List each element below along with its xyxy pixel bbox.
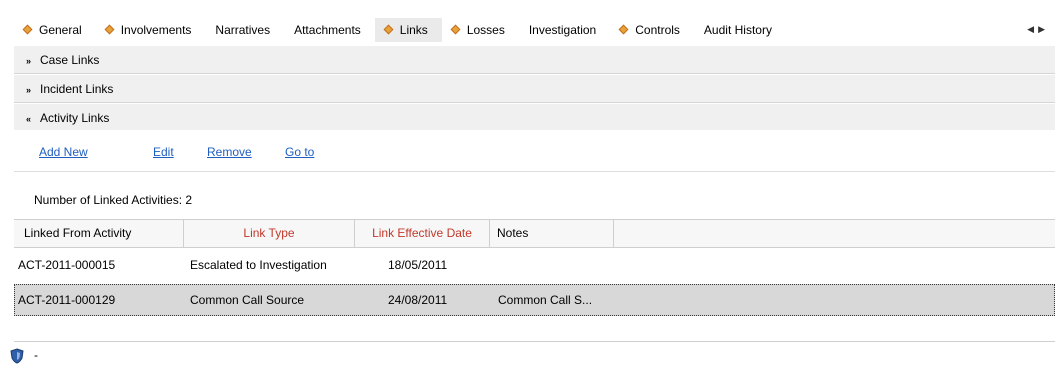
expand-chevron-icon: » <box>26 56 32 66</box>
tab-label: Involvements <box>120 23 192 37</box>
tab-links[interactable]: Links <box>374 18 442 42</box>
tab-narratives[interactable]: Narratives <box>205 18 284 42</box>
tab-general[interactable]: General <box>14 18 96 42</box>
flag-diamond-icon <box>22 24 33 35</box>
tab-label: Narratives <box>215 23 271 37</box>
flag-diamond-icon <box>618 24 629 35</box>
tab-label: Attachments <box>294 23 361 37</box>
remove-link[interactable]: Remove <box>207 145 252 159</box>
section-title: Case Links <box>40 53 100 67</box>
tab-attachments[interactable]: Attachments <box>284 18 375 42</box>
tab-label: Controls <box>635 23 680 37</box>
tab-label: General <box>39 23 82 37</box>
tab-involvements[interactable]: Involvements <box>96 18 206 42</box>
column-header-notes[interactable]: Notes <box>490 220 614 247</box>
edit-link[interactable]: Edit <box>153 145 174 159</box>
notes-cell: Common Call S... <box>498 293 593 307</box>
add-new-link[interactable]: Add New <box>39 145 88 159</box>
section-incident-links[interactable]: » Incident Links <box>14 75 1055 103</box>
date-cell: 24/08/2011 <box>388 293 448 307</box>
flag-diamond-icon <box>450 24 461 35</box>
column-header-linked-from[interactable]: Linked From Activity <box>14 220 184 247</box>
tab-list: General Involvements Narratives Attachme… <box>14 18 786 42</box>
grid-header: Linked From Activity Link Type Link Effe… <box>14 220 1055 248</box>
shield-icon <box>10 348 24 364</box>
activity-links-panel: Add New Edit Remove Go to Number of Link… <box>14 130 1055 373</box>
table-row-selected[interactable]: ACT-2011-000129 Common Call Source 24/08… <box>14 284 1055 316</box>
linked-activities-count: Number of Linked Activities: 2 <box>34 193 193 207</box>
section-activity-links[interactable]: « Activity Links <box>14 104 1055 132</box>
column-header-link-type[interactable]: Link Type <box>184 220 355 247</box>
table-row[interactable]: ACT-2011-000015 Escalated to Investigati… <box>14 249 1055 281</box>
date-cell: 18/05/2011 <box>388 258 448 272</box>
action-bar: Add New Edit Remove Go to <box>14 130 1055 172</box>
tab-audit-history[interactable]: Audit History <box>694 18 786 42</box>
activity-cell: ACT-2011-000015 <box>18 258 116 272</box>
tab-losses[interactable]: Losses <box>442 18 519 42</box>
tab-scroll-arrows: ◀▶ <box>1027 24 1049 35</box>
link-type-cell: Escalated to Investigation <box>190 258 327 272</box>
tab-investigation[interactable]: Investigation <box>519 18 610 42</box>
footer-status-text: - <box>34 348 38 362</box>
activity-links-grid: Linked From Activity Link Type Link Effe… <box>14 219 1055 342</box>
tab-label: Audit History <box>703 23 772 37</box>
activity-cell: ACT-2011-000129 <box>18 293 116 307</box>
scroll-left-icon[interactable]: ◀ <box>1027 24 1038 34</box>
link-type-cell: Common Call Source <box>190 293 305 307</box>
expand-chevron-icon: » <box>26 85 32 95</box>
tab-strip: General Involvements Narratives Attachme… <box>0 0 1055 45</box>
collapse-chevron-icon: « <box>26 114 32 124</box>
section-title: Activity Links <box>40 111 110 125</box>
section-title: Incident Links <box>40 82 114 96</box>
tab-label: Links <box>399 23 428 37</box>
tab-label: Investigation <box>528 23 597 37</box>
tab-controls[interactable]: Controls <box>610 18 694 42</box>
flag-diamond-icon <box>104 24 115 35</box>
scroll-right-icon[interactable]: ▶ <box>1038 24 1049 34</box>
section-case-links[interactable]: » Case Links <box>14 46 1055 74</box>
tab-label: Losses <box>466 23 505 37</box>
go-to-link[interactable]: Go to <box>285 145 314 159</box>
column-header-effective-date[interactable]: Link Effective Date <box>355 220 490 247</box>
flag-diamond-icon <box>383 24 394 35</box>
